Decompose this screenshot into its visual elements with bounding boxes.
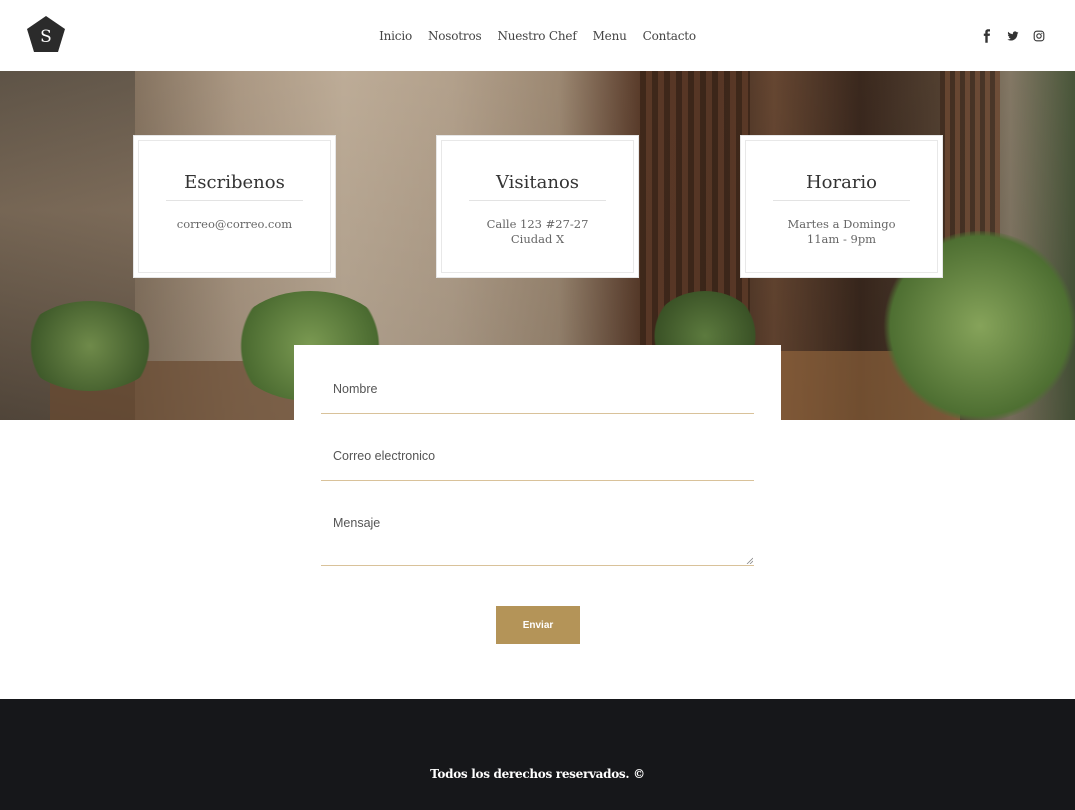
contact-card-write: Escribenos correo@correo.com bbox=[133, 135, 336, 278]
name-placeholder: Nombre bbox=[333, 382, 378, 396]
nav-link-menu[interactable]: Menu bbox=[593, 29, 627, 43]
contact-card-visit: Visitanos Calle 123 #27-27 Ciudad X bbox=[436, 135, 639, 278]
site-footer: Todos los derechos reservados. © bbox=[0, 699, 1075, 810]
contact-form: Nombre Correo electronico Mensaje Enviar bbox=[294, 345, 781, 655]
resize-handle-icon[interactable] bbox=[746, 557, 753, 564]
message-placeholder: Mensaje bbox=[333, 516, 381, 530]
card-divider bbox=[469, 200, 606, 201]
twitter-icon[interactable] bbox=[1007, 28, 1019, 42]
card-title: Escribenos bbox=[184, 172, 285, 193]
card-text: Calle 123 #27-27 Ciudad X bbox=[486, 217, 589, 246]
contact-card-hours: Horario Martes a Domingo 11am - 9pm bbox=[740, 135, 943, 278]
submit-button[interactable]: Enviar bbox=[496, 606, 580, 644]
nav-link-nosotros[interactable]: Nosotros bbox=[428, 29, 482, 43]
name-field[interactable]: Nombre bbox=[321, 365, 754, 414]
card-frame bbox=[441, 140, 634, 273]
main-nav: Inicio Nosotros Nuestro Chef Menu Contac… bbox=[0, 0, 1075, 71]
card-text: correo@correo.com bbox=[176, 217, 293, 231]
nav-link-contacto[interactable]: Contacto bbox=[643, 29, 696, 43]
card-frame bbox=[745, 140, 938, 273]
email-field[interactable]: Correo electronico bbox=[321, 432, 754, 481]
card-title: Horario bbox=[805, 172, 878, 193]
card-divider bbox=[773, 200, 910, 201]
card-frame bbox=[138, 140, 331, 273]
card-divider bbox=[166, 200, 303, 201]
nav-link-inicio[interactable]: Inicio bbox=[379, 29, 412, 43]
card-title: Visitanos bbox=[495, 172, 580, 193]
facebook-icon[interactable] bbox=[981, 28, 993, 43]
hero-plant-left bbox=[20, 301, 160, 391]
social-links bbox=[981, 28, 1045, 43]
message-textarea[interactable]: Mensaje bbox=[321, 499, 754, 566]
copyright-text: Todos los derechos reservados. © bbox=[430, 767, 645, 781]
instagram-icon[interactable] bbox=[1033, 28, 1045, 42]
email-placeholder: Correo electronico bbox=[333, 449, 436, 463]
card-text: Martes a Domingo 11am - 9pm bbox=[787, 217, 896, 246]
nav-link-nuestro-chef[interactable]: Nuestro Chef bbox=[497, 29, 576, 43]
site-header: S Inicio Nosotros Nuestro Chef Menu Cont… bbox=[0, 0, 1075, 71]
